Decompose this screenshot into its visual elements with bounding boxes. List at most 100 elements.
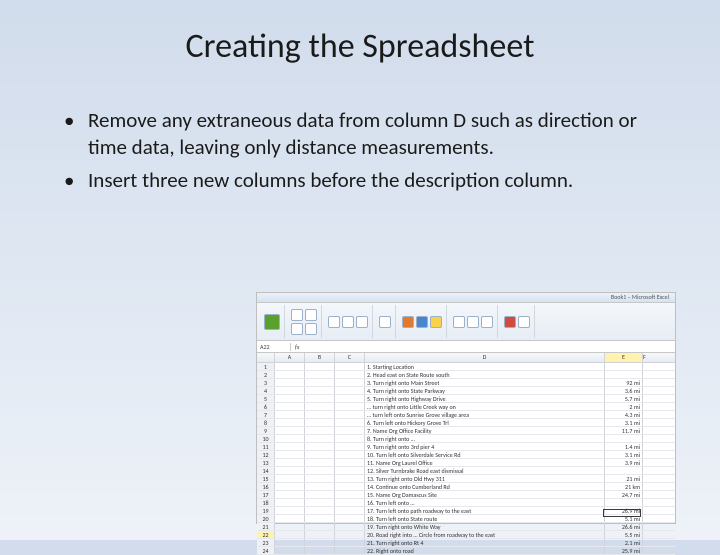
- cell[interactable]: [605, 371, 643, 378]
- cell[interactable]: [605, 499, 643, 506]
- cell[interactable]: [335, 395, 365, 402]
- cell[interactable]: 26.6 mi: [605, 523, 643, 530]
- cells-icon[interactable]: [453, 316, 465, 328]
- cell[interactable]: 5.7 mi: [605, 395, 643, 402]
- cell[interactable]: [275, 523, 305, 530]
- cell[interactable]: [275, 379, 305, 386]
- cells-icon[interactable]: [467, 316, 479, 328]
- cell[interactable]: [305, 523, 335, 530]
- cell[interactable]: [275, 371, 305, 378]
- table-row[interactable]: 1311. Name Org Laurel Office3.9 mi: [257, 459, 675, 467]
- cell[interactable]: [275, 427, 305, 434]
- cell[interactable]: 4.3 mi: [605, 411, 643, 418]
- cell[interactable]: [335, 387, 365, 394]
- cell[interactable]: [643, 403, 675, 410]
- font-icon[interactable]: [291, 309, 303, 321]
- cell[interactable]: [275, 387, 305, 394]
- cell[interactable]: [335, 507, 365, 514]
- cell[interactable]: [275, 363, 305, 370]
- cell[interactable]: [305, 467, 335, 474]
- cell[interactable]: 1. Starting Location: [365, 363, 605, 370]
- cell[interactable]: [643, 451, 675, 458]
- cell[interactable]: [305, 371, 335, 378]
- cell[interactable]: 92 mi: [605, 379, 643, 386]
- cell[interactable]: 9. Turn right onto 3rd pier 4: [365, 443, 605, 450]
- table-row[interactable]: 1513. Turn right onto Old Hwy 31121 mi: [257, 475, 675, 483]
- cell[interactable]: [305, 411, 335, 418]
- cell[interactable]: [335, 411, 365, 418]
- col-header[interactable]: D: [365, 353, 605, 362]
- col-header[interactable]: B: [305, 353, 335, 362]
- cell[interactable]: [643, 499, 675, 506]
- font-icon[interactable]: [305, 309, 317, 321]
- cell[interactable]: 13. Turn right onto Old Hwy 311: [365, 475, 605, 482]
- cell[interactable]: 19. Turn right onto White Way: [365, 523, 605, 530]
- cell[interactable]: [275, 507, 305, 514]
- align-icon[interactable]: [356, 316, 368, 328]
- table-row[interactable]: 33. Turn right onto Main Street92 mi: [257, 379, 675, 387]
- styles-icon[interactable]: [416, 316, 428, 328]
- row-header[interactable]: 3: [257, 379, 275, 386]
- cell[interactable]: [305, 499, 335, 506]
- row-header[interactable]: 14: [257, 467, 275, 474]
- table-row[interactable]: 1210. Turn left onto Silverdale Service …: [257, 451, 675, 459]
- cell[interactable]: 3.9 mi: [605, 459, 643, 466]
- cell[interactable]: [305, 459, 335, 466]
- cell[interactable]: 5.5 mi: [605, 531, 643, 538]
- cell[interactable]: [305, 483, 335, 490]
- cell[interactable]: [643, 379, 675, 386]
- col-header[interactable]: A: [275, 353, 305, 362]
- row-header[interactable]: 22: [257, 531, 275, 538]
- cell[interactable]: [335, 379, 365, 386]
- cell[interactable]: [643, 435, 675, 442]
- cell[interactable]: [335, 403, 365, 410]
- cell[interactable]: [643, 419, 675, 426]
- cell[interactable]: 21 mi: [605, 475, 643, 482]
- row-header[interactable]: 16: [257, 483, 275, 490]
- cell[interactable]: [335, 499, 365, 506]
- editing-icon[interactable]: [518, 316, 530, 328]
- row-header[interactable]: 7: [257, 411, 275, 418]
- cell[interactable]: [275, 491, 305, 498]
- cell[interactable]: [305, 451, 335, 458]
- row-header[interactable]: 9: [257, 427, 275, 434]
- row-header[interactable]: 18: [257, 499, 275, 506]
- cell[interactable]: [275, 467, 305, 474]
- cell[interactable]: [275, 475, 305, 482]
- cell[interactable]: [605, 363, 643, 370]
- table-row[interactable]: 1412. Silver Turnbrake Road east dismiss…: [257, 467, 675, 475]
- cell[interactable]: [305, 443, 335, 450]
- cell[interactable]: [275, 419, 305, 426]
- table-row[interactable]: 55. Turn right onto Highway Drive5.7 mi: [257, 395, 675, 403]
- table-row[interactable]: 1816. Turn left onto …: [257, 499, 675, 507]
- cell[interactable]: 18. Turn left onto State route: [365, 515, 605, 522]
- cell[interactable]: [643, 371, 675, 378]
- cell[interactable]: [305, 363, 335, 370]
- cell[interactable]: [643, 515, 675, 522]
- cell[interactable]: [643, 411, 675, 418]
- table-row[interactable]: 7… turn left onto Sunrise Grove village …: [257, 411, 675, 419]
- cell[interactable]: [335, 483, 365, 490]
- cell[interactable]: … turn right onto Little Creek way on: [365, 403, 605, 410]
- cell[interactable]: [335, 435, 365, 442]
- cell[interactable]: [305, 475, 335, 482]
- row-header[interactable]: 1: [257, 363, 275, 370]
- table-row[interactable]: 2119. Turn right onto White Way26.6 mi: [257, 523, 675, 531]
- row-header[interactable]: 17: [257, 491, 275, 498]
- cell[interactable]: 2 mi: [605, 403, 643, 410]
- row-header[interactable]: 2: [257, 371, 275, 378]
- cell[interactable]: 6. Turn left onto Hickory Grove Trl: [365, 419, 605, 426]
- cell[interactable]: [335, 363, 365, 370]
- cell[interactable]: [643, 523, 675, 530]
- cell[interactable]: [643, 507, 675, 514]
- cell[interactable]: 2.1 mi: [605, 539, 643, 546]
- number-icon[interactable]: [379, 316, 391, 328]
- cell[interactable]: [335, 419, 365, 426]
- cell[interactable]: 8. Turn right onto …: [365, 435, 605, 442]
- cell[interactable]: [305, 531, 335, 538]
- cell[interactable]: [275, 403, 305, 410]
- cell[interactable]: 21 km: [605, 483, 643, 490]
- align-icon[interactable]: [342, 316, 354, 328]
- cell[interactable]: [335, 531, 365, 538]
- cell[interactable]: [275, 531, 305, 538]
